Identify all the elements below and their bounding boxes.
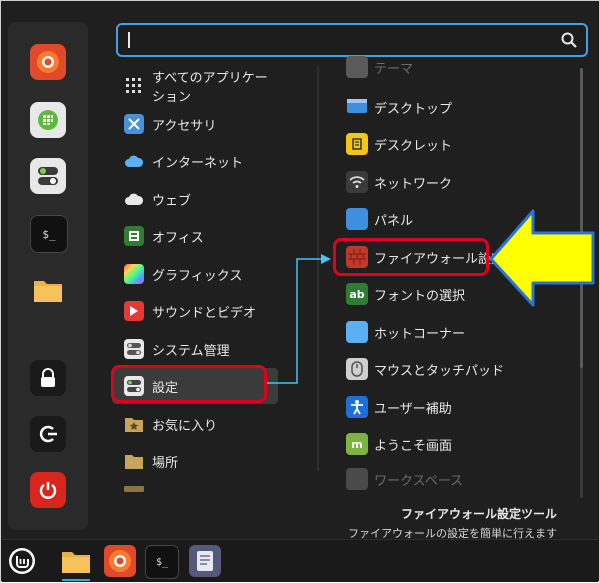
- annotation-overlay: [267, 209, 595, 384]
- connector-line: [267, 258, 323, 384]
- screen: $_ すべてのアプリケーション アクセサリ インターネット ウェブ オフィス グ…: [0, 0, 600, 582]
- connector-arrowhead: [321, 254, 331, 264]
- yellow-pointer-arrow: [489, 209, 595, 307]
